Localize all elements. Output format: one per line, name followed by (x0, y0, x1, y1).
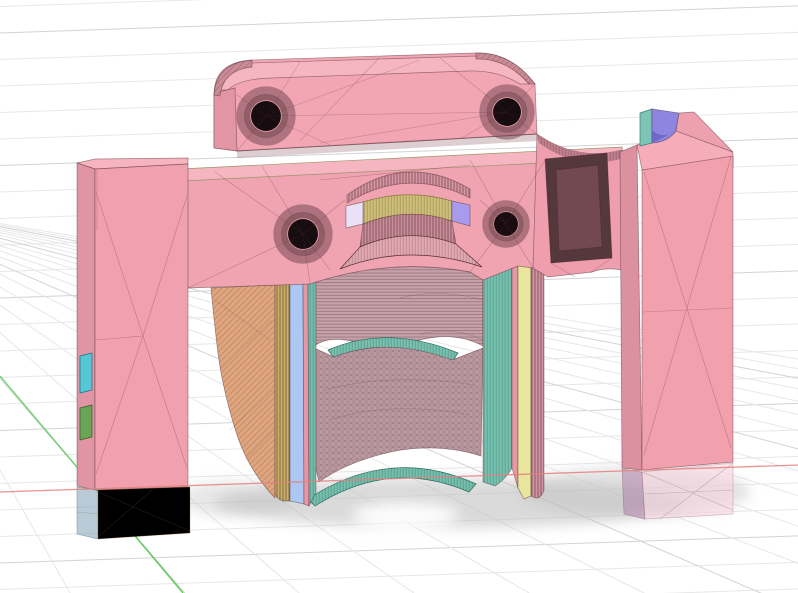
left-leg-side[interactable] (76, 162, 96, 491)
left-wall-khaki-striation (275, 284, 290, 501)
left-wall-teal-striation (308, 281, 316, 506)
pocket-floor[interactable] (555, 164, 603, 252)
grid-line (0, 561, 798, 590)
left-leg-green-patch[interactable] (79, 404, 93, 441)
right-wall-yellow[interactable] (517, 262, 532, 500)
grid-line (661, 588, 798, 593)
left-leg-cyan-patch[interactable] (79, 352, 93, 394)
cube-teal-face[interactable] (639, 108, 653, 147)
left-base-front[interactable] (97, 486, 191, 540)
cad-viewport[interactable] (0, 0, 798, 593)
grid-line (0, 5, 798, 34)
shadow-blob (353, 504, 457, 526)
left-wall-tan-striation (211, 285, 275, 498)
viewport-canvas[interactable] (0, 0, 798, 593)
cavity-top-bore-surface-striation (310, 266, 483, 347)
right-base-side[interactable] (621, 468, 646, 520)
top-bar-left-face[interactable] (213, 87, 238, 152)
right-wall-teal-striation (483, 266, 512, 486)
grid-line (0, 0, 206, 7)
left-wall-blue[interactable] (289, 282, 305, 505)
right-leg-front[interactable] (641, 155, 734, 471)
left-leg-front[interactable] (94, 163, 189, 491)
right-leg-side[interactable] (619, 144, 643, 471)
cad-model-mesh[interactable] (75, 52, 734, 540)
right-wall-edge-striation (531, 261, 544, 498)
boss-lavender-pad[interactable] (345, 201, 364, 229)
grid-line (0, 535, 798, 564)
right-wall-sliver[interactable] (511, 264, 519, 489)
